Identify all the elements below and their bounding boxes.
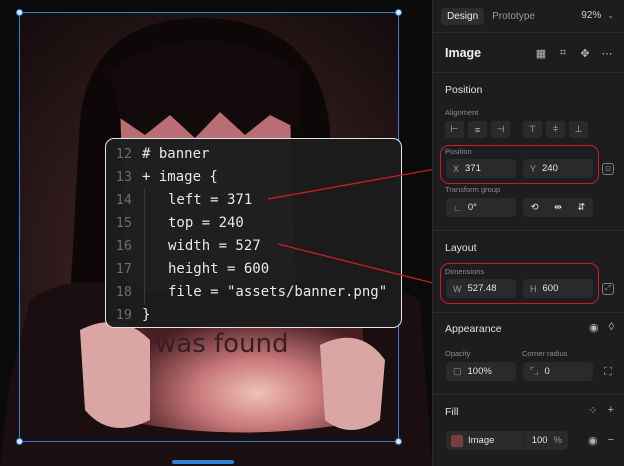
constraints-icon[interactable]: ⊡	[602, 163, 614, 175]
fill-row-actions: ◉ −	[588, 434, 614, 447]
resize-handle-top-right[interactable]	[395, 9, 402, 16]
indent-guide	[144, 212, 168, 235]
fill-name: Image	[468, 435, 495, 446]
component-icon[interactable]: ✥	[578, 46, 592, 60]
code-line: 12 # banner	[106, 143, 401, 166]
line-number: 15	[115, 215, 132, 231]
fill-actions: ⁘ +	[588, 404, 614, 417]
code-text: }	[142, 307, 151, 323]
indent-guide	[144, 189, 168, 212]
code-text: file = "assets/banner.png"	[168, 284, 388, 300]
lock-aspect-icon[interactable]: ⤢	[602, 283, 614, 295]
code-line: 19 }	[106, 304, 401, 327]
zoom-selector[interactable]: 92% ⌄	[581, 10, 614, 21]
line-number: 18	[115, 284, 132, 300]
align-left-icon[interactable]: ⊢	[445, 121, 464, 138]
line-number: 13	[115, 169, 132, 185]
design-panel: Design Prototype 92% ⌄ Image ▦ ⌗ ✥ ⋯ Posi…	[432, 0, 624, 466]
alignment-label: Alignment	[445, 108, 479, 117]
indent-guide	[144, 235, 168, 258]
section-title-fill: Fill	[445, 406, 459, 418]
position-highlight	[440, 145, 599, 184]
indent-guide	[144, 258, 168, 281]
corner-radius-icon: ⌜⌟	[530, 366, 539, 376]
opacity-icon: ▢	[453, 366, 462, 376]
line-number: 14	[115, 192, 132, 208]
code-line: 13 + image {	[106, 166, 401, 189]
layer-name: Image	[445, 46, 482, 60]
align-bottom-icon[interactable]: ⊥	[569, 121, 588, 138]
opacity-label: Opacity	[445, 349, 471, 358]
code-text: + image {	[142, 169, 218, 185]
flip-horizontal-icon[interactable]: ⇹	[554, 202, 562, 213]
opacity-field[interactable]: ▢ 100%	[446, 362, 516, 381]
divider	[433, 312, 624, 313]
more-icon[interactable]: ⋯	[600, 46, 614, 60]
bottom-resize-bar[interactable]	[172, 460, 234, 464]
code-text: left = 371	[168, 192, 253, 208]
line-number: 17	[115, 261, 132, 277]
line-number: 12	[115, 146, 132, 162]
code-line: 14 left = 371	[106, 189, 401, 212]
eye-icon[interactable]: ◉	[588, 434, 598, 447]
code-line: 15 top = 240	[106, 212, 401, 235]
code-text: # banner	[142, 146, 210, 162]
eye-icon[interactable]: ◉	[589, 321, 599, 334]
code-text: width = 527	[168, 238, 261, 254]
divider	[433, 72, 624, 73]
corner-radius-label: Corner radius	[522, 349, 568, 358]
code-line: 16 width = 527	[106, 235, 401, 258]
rotation-icon: ∟	[453, 202, 462, 213]
align-top-icon[interactable]: ⊤	[523, 121, 542, 138]
corner-radius-value: 0	[544, 366, 550, 377]
tab-design[interactable]: Design	[441, 7, 485, 25]
transform-buttons: ⟲ ⇹ ⇵	[523, 198, 593, 217]
line-number: 16	[115, 238, 132, 254]
align-right-icon[interactable]: ⊣	[491, 121, 510, 138]
line-number: 19	[115, 307, 132, 323]
code-text: height = 600	[168, 261, 270, 277]
panel-tabs: Design Prototype	[441, 6, 543, 26]
rotate-icon[interactable]: ⟲	[531, 202, 539, 213]
tab-prototype[interactable]: Prototype	[486, 8, 541, 25]
code-snippet-callout: 12 # banner 13 + image { 14 left = 371 1…	[105, 138, 402, 328]
section-title-layout: Layout	[445, 242, 477, 254]
divider	[433, 394, 624, 395]
section-title-position: Position	[445, 84, 483, 96]
remove-fill-icon[interactable]: −	[608, 434, 614, 447]
fill-opacity: 100	[522, 435, 548, 446]
zoom-value: 92%	[581, 10, 602, 21]
fill-thumbnail	[451, 434, 463, 447]
fill-row[interactable]: Image 100 %	[446, 431, 568, 450]
transform-group-label: Transform group	[445, 185, 501, 194]
align-center-h-icon[interactable]: ≡	[468, 121, 487, 138]
grid-icon[interactable]: ▦	[534, 46, 548, 60]
resize-handle-top-left[interactable]	[16, 9, 23, 16]
align-center-v-icon[interactable]: ⫩	[546, 121, 565, 138]
rotation-value: 0°	[467, 202, 477, 213]
layer-actions: ▦ ⌗ ✥ ⋯	[534, 46, 614, 60]
divider	[433, 230, 624, 231]
appearance-actions: ◉ ◊	[589, 321, 614, 334]
divider	[433, 32, 624, 33]
add-fill-icon[interactable]: +	[608, 404, 614, 417]
dimensions-highlight	[440, 263, 599, 304]
code-text: top = 240	[168, 215, 244, 231]
corner-radius-field[interactable]: ⌜⌟ 0	[523, 362, 593, 381]
crop-icon[interactable]: ⌗	[556, 46, 570, 60]
resize-handle-bottom-left[interactable]	[16, 438, 23, 445]
indent-guide	[144, 281, 168, 304]
drop-icon[interactable]: ◊	[609, 321, 614, 334]
rotation-field[interactable]: ∟ 0°	[446, 198, 516, 217]
fill-percent: %	[553, 435, 562, 446]
independent-corners-icon[interactable]: ⛶	[602, 366, 614, 378]
flip-vertical-icon[interactable]: ⇵	[577, 202, 585, 213]
section-title-appearance: Appearance	[445, 323, 502, 335]
styles-icon[interactable]: ⁘	[588, 404, 597, 417]
code-line: 17 height = 600	[106, 258, 401, 281]
chevron-down-icon: ⌄	[607, 11, 614, 20]
opacity-value: 100%	[467, 366, 492, 377]
resize-handle-bottom-right[interactable]	[395, 438, 402, 445]
code-line: 18 file = "assets/banner.png"	[106, 281, 401, 304]
